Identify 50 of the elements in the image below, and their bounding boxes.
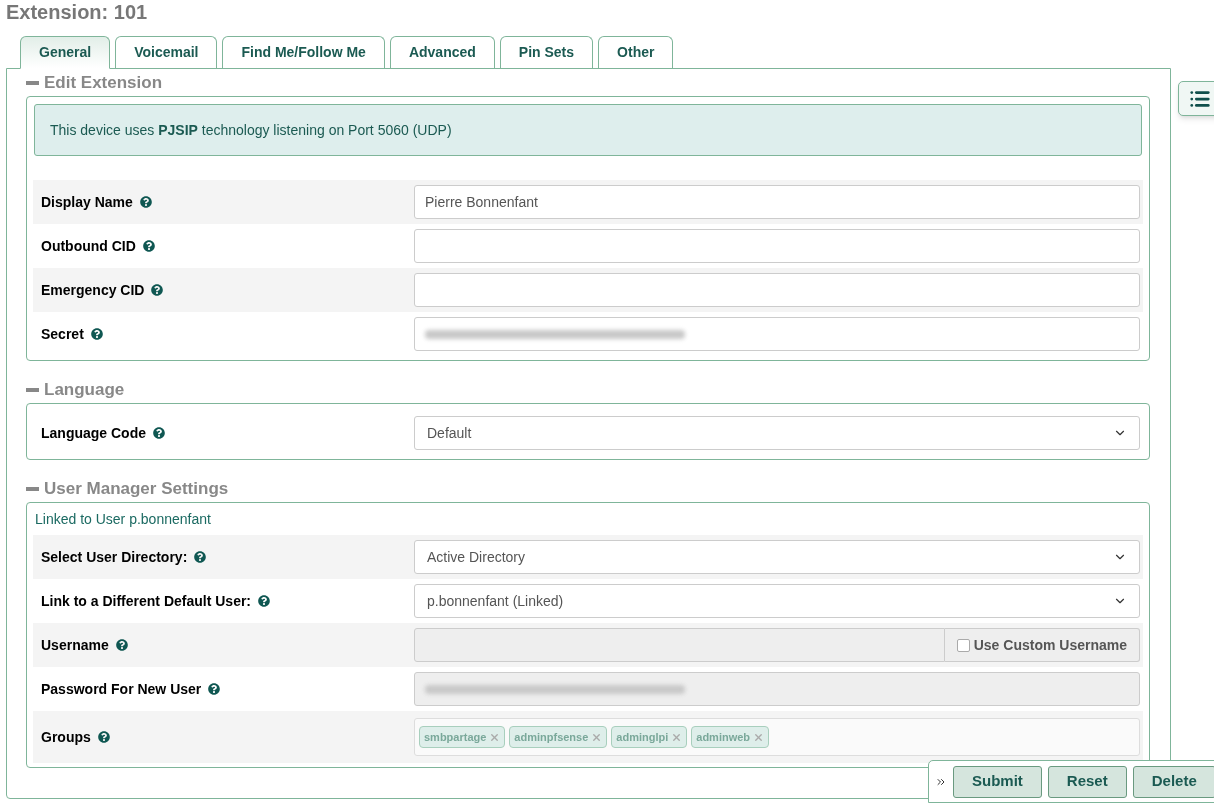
tab[interactable]: Pin Sets bbox=[499, 36, 594, 68]
help-icon[interactable] bbox=[139, 196, 152, 208]
help-icon[interactable] bbox=[142, 240, 155, 252]
help-icon[interactable] bbox=[208, 683, 221, 695]
help-icon[interactable] bbox=[258, 595, 271, 607]
action-button[interactable]: Reset bbox=[1047, 765, 1127, 798]
action-button[interactable]: Delete bbox=[1132, 765, 1214, 798]
minus-icon bbox=[26, 81, 39, 85]
help-icon[interactable] bbox=[153, 427, 165, 439]
tab[interactable]: Voicemail bbox=[115, 36, 218, 68]
minus-icon bbox=[26, 487, 39, 491]
tag-label: smbpartage bbox=[424, 729, 487, 745]
help-icon[interactable] bbox=[90, 328, 103, 340]
tab[interactable]: Find Me/Follow Me bbox=[222, 36, 385, 68]
tab[interactable]: Advanced bbox=[389, 36, 495, 68]
field-label: Secret bbox=[41, 324, 84, 344]
text-field[interactable] bbox=[414, 273, 1140, 307]
help-icon[interactable] bbox=[115, 639, 128, 651]
minus-icon bbox=[26, 388, 39, 392]
field-label: Outbound CID bbox=[41, 236, 136, 256]
list-toggle-button[interactable] bbox=[1178, 81, 1214, 116]
select-field[interactable]: p.bonnenfant (Linked) bbox=[414, 584, 1140, 618]
section-header[interactable]: Edit Extension bbox=[26, 70, 1151, 96]
page-title: Extension: 101 bbox=[5, 0, 149, 25]
text-field[interactable]: Pierre Bonnenfant bbox=[414, 185, 1140, 219]
select-field[interactable]: Default bbox=[414, 416, 1140, 450]
field-label: Link to a Different Default User: bbox=[41, 591, 252, 611]
help-icon[interactable] bbox=[151, 284, 164, 296]
text-field[interactable] bbox=[414, 229, 1140, 263]
section-header[interactable]: Language bbox=[26, 377, 1151, 403]
field-label: Groups bbox=[41, 727, 91, 747]
tag-label: adminpfsense bbox=[514, 729, 589, 745]
tab[interactable]: General bbox=[20, 36, 111, 69]
field-label: Display Name bbox=[41, 192, 133, 212]
tab[interactable]: Other bbox=[598, 36, 674, 68]
tag-label: adminweb bbox=[696, 729, 751, 745]
section-header[interactable]: User Manager Settings bbox=[26, 476, 1151, 502]
select-field[interactable]: Active Directory bbox=[414, 540, 1140, 574]
linked-user-note: Linked to User p.bonnenfant bbox=[34, 510, 212, 529]
field-label: Select User Directory: bbox=[41, 547, 188, 567]
text-field[interactable] bbox=[414, 317, 1140, 351]
field-label: Username bbox=[41, 635, 109, 655]
action-button[interactable]: Submit bbox=[953, 765, 1042, 798]
info-notice: This device uses PJSIP technology listening on Port 5060 (UDP) bbox=[34, 104, 1142, 156]
field-label: Password For New User bbox=[41, 679, 202, 699]
field-label: Language Code bbox=[41, 423, 146, 443]
tag-label: adminglpi bbox=[616, 729, 669, 745]
field-label: Emergency CID bbox=[41, 280, 145, 300]
help-icon[interactable] bbox=[97, 731, 110, 743]
help-icon[interactable] bbox=[194, 551, 207, 563]
